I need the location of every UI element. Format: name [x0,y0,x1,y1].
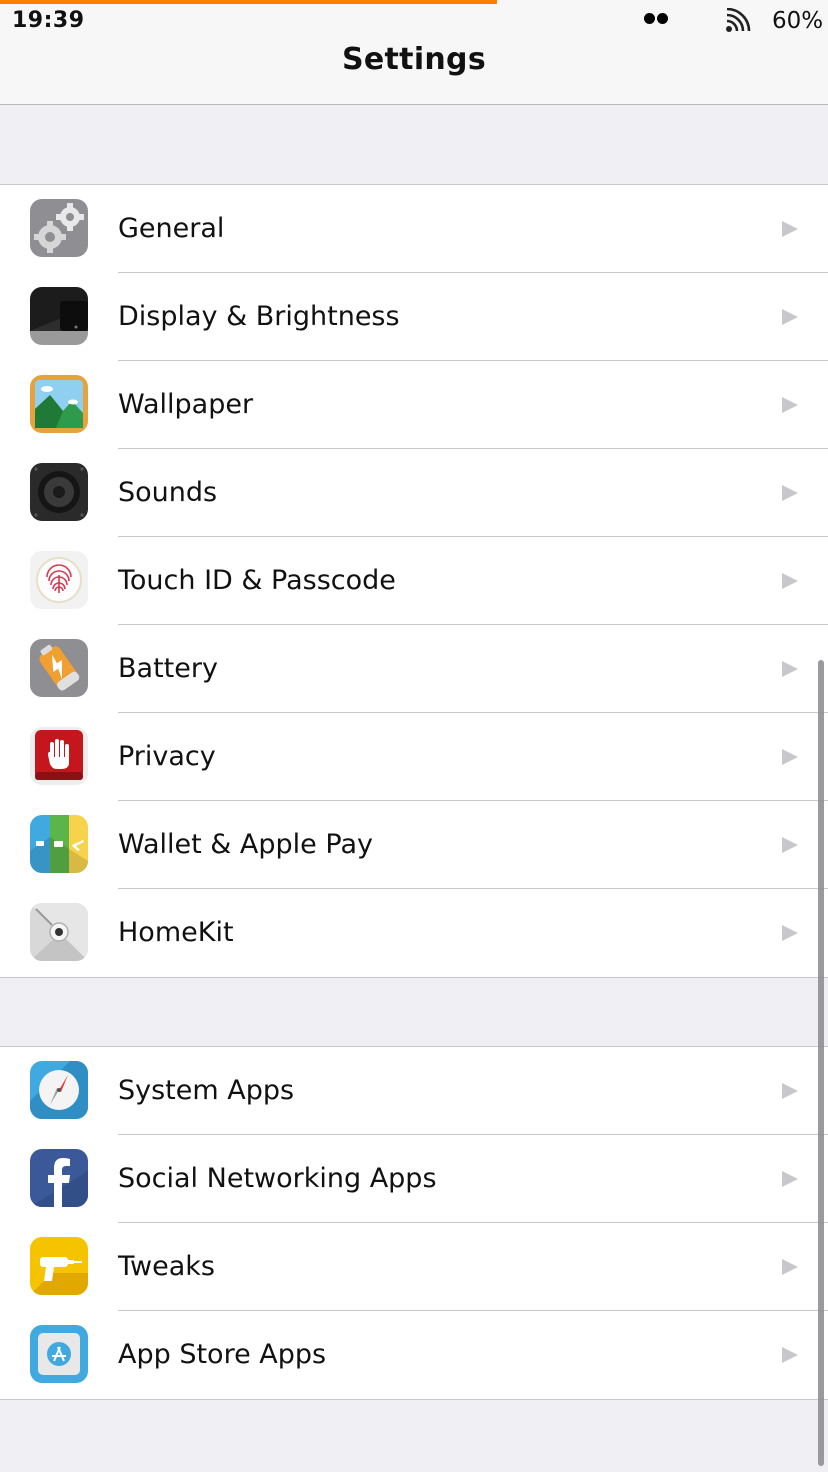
chevron-right-icon [782,221,798,237]
settings-row-label: General [118,213,225,244]
chevron-right-icon [782,749,798,765]
settings-row-display-brightness[interactable]: Display & Brightness [0,273,828,361]
home-dial-icon [30,903,88,961]
app-store-icon [30,1325,88,1383]
gears-icon [30,199,88,257]
settings-row-label: Wallpaper [118,389,254,420]
chevron-right-icon [782,1171,798,1187]
battery-percentage: 60% [772,8,824,34]
scrollbar[interactable] [818,660,824,1466]
mountain-picture-icon [30,375,88,433]
drill-icon [30,1237,88,1295]
chevron-right-icon [782,1259,798,1275]
signal-waves-icon [726,8,751,32]
speaker-icon [30,463,88,521]
chevron-right-icon [782,837,798,853]
chevron-right-icon [782,1083,798,1099]
page-title: Settings [341,42,486,77]
settings-row-social-networking-apps[interactable]: Social Networking Apps [0,1135,828,1223]
chevron-right-icon [782,661,798,677]
settings-row-app-store-apps[interactable]: App Store Apps [0,1311,828,1399]
settings-row-label: Battery [118,653,218,684]
settings-row-sounds[interactable]: Sounds [0,449,828,537]
hand-icon [30,727,88,785]
display-icon [30,287,88,345]
battery-bolt-icon [30,639,88,697]
settings-group-apps: System Apps Social Networking Apps Tweak… [0,1046,828,1400]
settings-row-label: Privacy [118,741,216,772]
settings-row-touch-id-passcode[interactable]: Touch ID & Passcode [0,537,828,625]
status-time: 19:39 [12,8,85,33]
settings-row-label: Touch ID & Passcode [118,565,396,596]
settings-row-label: Sounds [118,477,218,508]
chevron-right-icon [782,397,798,413]
settings-row-label: System Apps [118,1075,295,1106]
settings-row-wallpaper[interactable]: Wallpaper [0,361,828,449]
settings-row-general[interactable]: General [0,185,828,273]
chevron-right-icon [782,573,798,589]
settings-row-label: HomeKit [118,917,234,948]
compass-icon [30,1061,88,1119]
settings-row-wallet-apple-pay[interactable]: Wallet & Apple Pay [0,801,828,889]
settings-row-label: Tweaks [118,1251,215,1282]
loading-progress-bar [0,0,497,4]
chevron-right-icon [782,485,798,501]
wallet-icon [30,815,88,873]
signal-dots-icon [644,13,668,24]
settings-row-label: Wallet & Apple Pay [118,829,373,860]
settings-row-label: Display & Brightness [118,301,400,332]
settings-row-battery[interactable]: Battery [0,625,828,713]
settings-group-device: General Display & Brightness Wallpaper S… [0,184,828,978]
fingerprint-icon [30,551,88,609]
settings-row-label: App Store Apps [118,1339,327,1370]
settings-row-privacy[interactable]: Privacy [0,713,828,801]
settings-row-homekit[interactable]: HomeKit [0,889,828,977]
chevron-right-icon [782,925,798,941]
settings-row-system-apps[interactable]: System Apps [0,1047,828,1135]
settings-row-tweaks[interactable]: Tweaks [0,1223,828,1311]
chevron-right-icon [782,1347,798,1363]
settings-row-label: Social Networking Apps [118,1163,437,1194]
navigation-bar: 19:39 60% Settings [0,0,828,105]
facebook-icon [30,1149,88,1207]
chevron-right-icon [782,309,798,325]
